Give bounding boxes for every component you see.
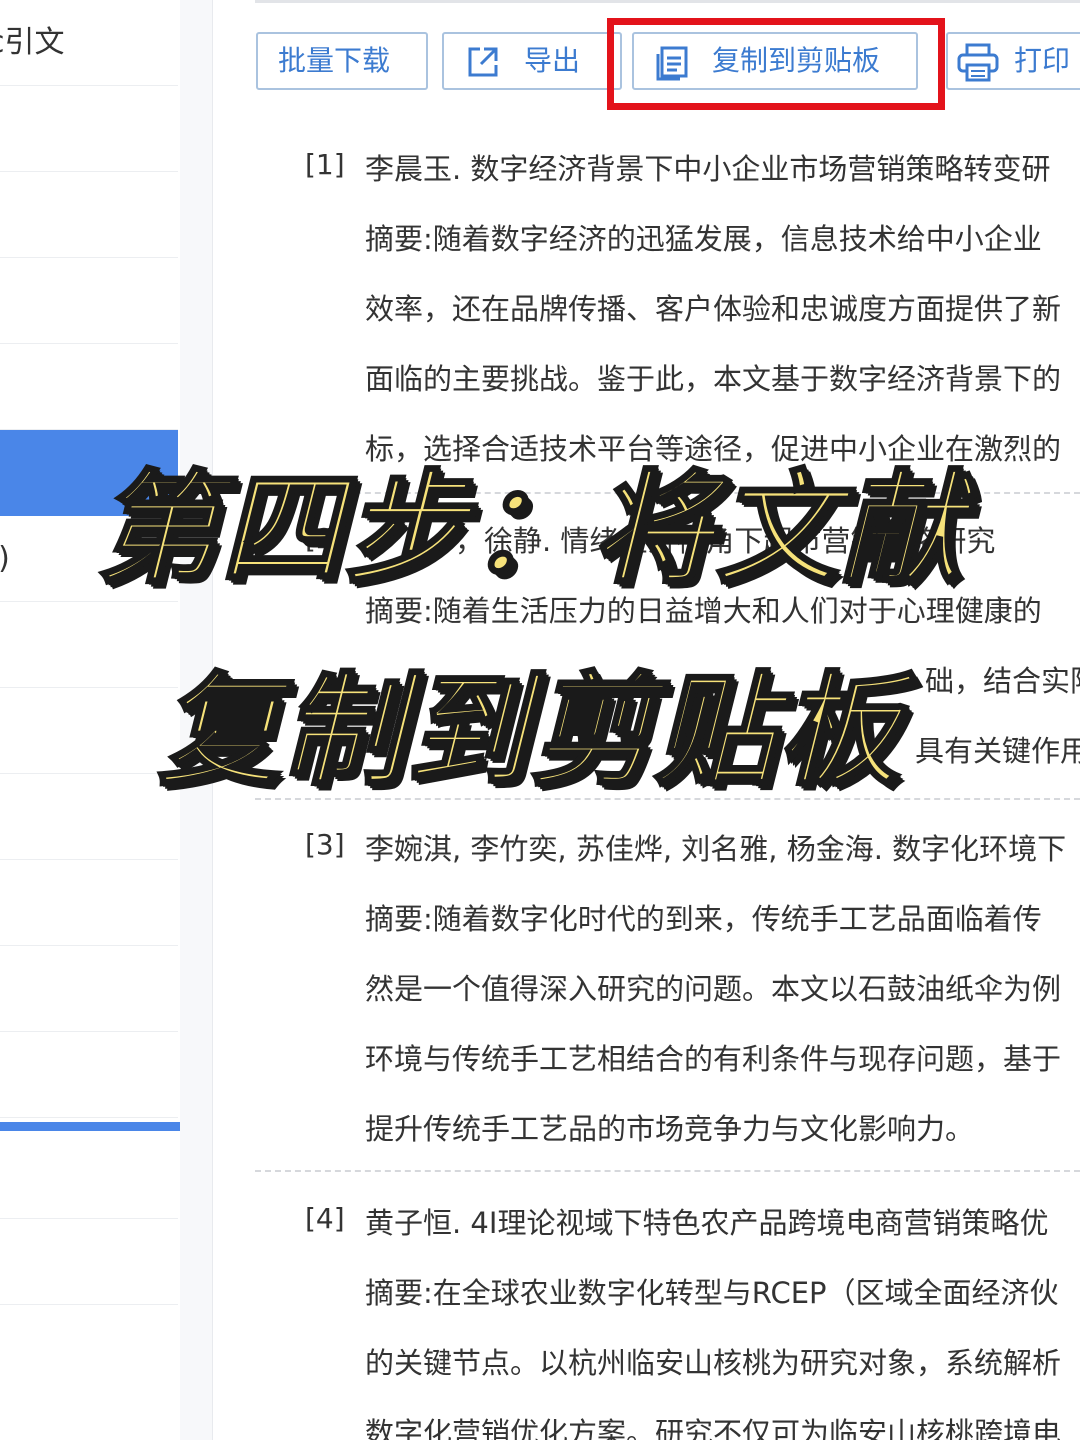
reference-abstract-line: 摘要:随着数字化时代的到来，传统手工艺品面临着传 bbox=[365, 902, 1042, 936]
sidebar-item[interactable] bbox=[0, 1032, 178, 1118]
toolbar-top-border bbox=[255, 0, 1080, 3]
reference-number: [4] bbox=[305, 1202, 345, 1235]
reference-number: [1] bbox=[305, 148, 345, 181]
reference-divider bbox=[255, 1170, 1080, 1172]
reference-abstract-line: 效率，还在品牌传播、客户体验和忠诚度方面提供了新 bbox=[365, 292, 1062, 326]
highlight-box bbox=[607, 18, 945, 110]
reference-title[interactable]: 李婉淇, 李竹奕, 苏佳烨, 刘名雅, 杨金海. 数字化环境下 bbox=[365, 826, 1066, 868]
sidebar-item-label: c引文 bbox=[0, 25, 65, 60]
sidebar-item[interactable] bbox=[0, 860, 178, 946]
reference-abstract-line: 环境与传统手工艺相结合的有利条件与现存问题，基于 bbox=[365, 1042, 1062, 1076]
sidebar-item[interactable] bbox=[0, 172, 178, 258]
sidebar-item[interactable] bbox=[0, 1133, 178, 1219]
sidebar-item[interactable]: ) bbox=[0, 86, 178, 172]
sidebar-item[interactable] bbox=[0, 1219, 178, 1305]
print-button[interactable]: 打印 bbox=[946, 32, 1080, 90]
printer-icon bbox=[957, 43, 999, 82]
reference-abstract-line: 摘要:在全球农业数字化转型与RCEP（区域全面经济伙 bbox=[365, 1276, 1059, 1310]
sidebar-item-citation[interactable]: c引文 bbox=[0, 0, 178, 86]
reference-title[interactable]: 李晨玉. 数字经济背景下中小企业市场营销策略转变研 bbox=[365, 146, 1050, 188]
batch-download-button[interactable]: 批量下载 bbox=[256, 32, 428, 90]
reference-abstract-line: 提升传统手工艺品的市场竞争力与文化影响力。 bbox=[365, 1112, 975, 1146]
overlay-caption-line1: 第四步：将文献 bbox=[95, 457, 964, 602]
sidebar-item[interactable] bbox=[0, 258, 178, 344]
reference-abstract-line: 面临的主要挑战。鉴于此，本文基于数字经济背景下的 bbox=[365, 362, 1062, 396]
overlay-caption-line2: 复制到剪贴板 bbox=[157, 659, 902, 804]
reference-abstract-line: 数字化营销优化方案。研究不仅可为临安山核桃跨境电 bbox=[365, 1416, 1062, 1440]
export-button[interactable]: 导出 bbox=[442, 32, 622, 90]
reference-abstract-line: 摘要:随着数字经济的迅猛发展，信息技术给中小企业 bbox=[365, 222, 1042, 256]
reference-abstract-line: 然是一个值得深入研究的问题。本文以石鼓油纸伞为例 bbox=[365, 972, 1062, 1006]
sidebar-selected-bar bbox=[0, 1122, 180, 1131]
export-label: 导出 bbox=[524, 44, 581, 77]
print-label: 打印 bbox=[1014, 44, 1071, 77]
reference-abstract-line: 的关键节点。以杭州临安山核桃为研究对象，系统解析 bbox=[365, 1346, 1062, 1380]
reference-number: [3] bbox=[305, 828, 345, 861]
sidebar-item[interactable] bbox=[0, 946, 178, 1032]
sidebar-item[interactable] bbox=[0, 344, 178, 430]
reference-title[interactable]: 黄子恒. 4I理论视域下特色农产品跨境电商营销策略优 bbox=[365, 1200, 1048, 1242]
batch-download-label: 批量下载 bbox=[278, 44, 391, 77]
page: c引文 ) :) 批量下载 导出 复制到剪贴 bbox=[0, 0, 1080, 1440]
export-icon bbox=[468, 47, 498, 77]
